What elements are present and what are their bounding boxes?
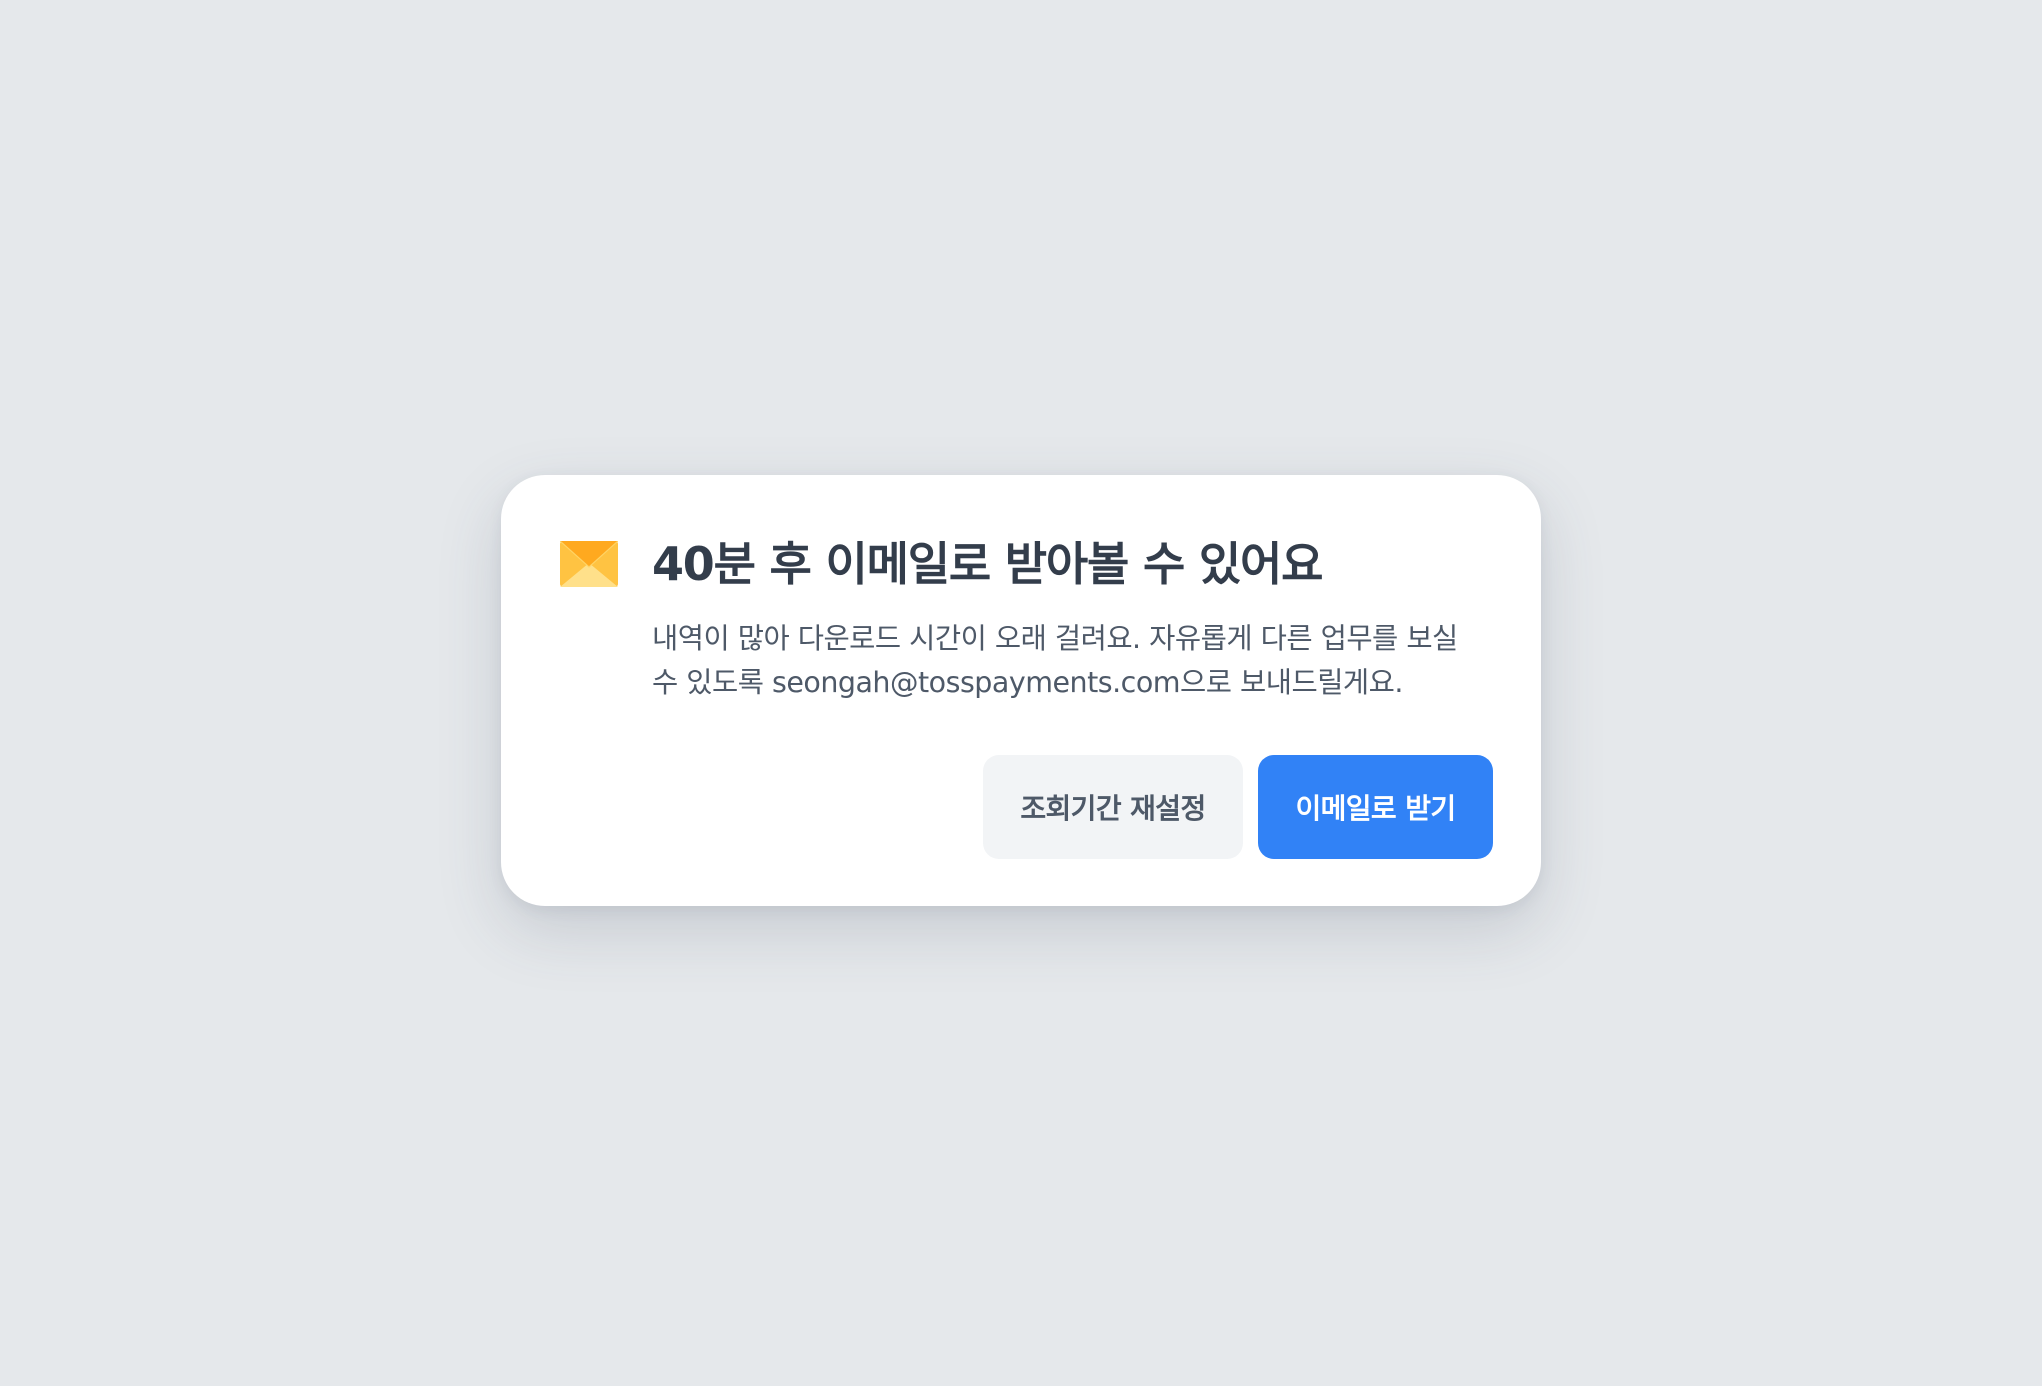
dialog-description: 내역이 많아 다운로드 시간이 오래 걸려요. 자유롭게 다른 업무를 보실 수… (652, 617, 1462, 705)
email-notice-dialog: 40분 후 이메일로 받아볼 수 있어요 내역이 많아 다운로드 시간이 오래 … (501, 475, 1541, 906)
description-line-1: 내역이 많아 다운로드 시간이 오래 걸려요. 자유롭게 다른 업무를 보실 (652, 622, 1458, 655)
receive-by-email-button[interactable]: 이메일로 받기 (1258, 755, 1493, 859)
dialog-title: 40분 후 이메일로 받아볼 수 있어요 (652, 537, 1323, 591)
reset-period-button[interactable]: 조회기간 재설정 (983, 755, 1243, 859)
description-line-2: 수 있도록 seongah@tosspayments.com으로 보내드릴게요. (652, 666, 1403, 699)
envelope-icon (560, 541, 618, 587)
